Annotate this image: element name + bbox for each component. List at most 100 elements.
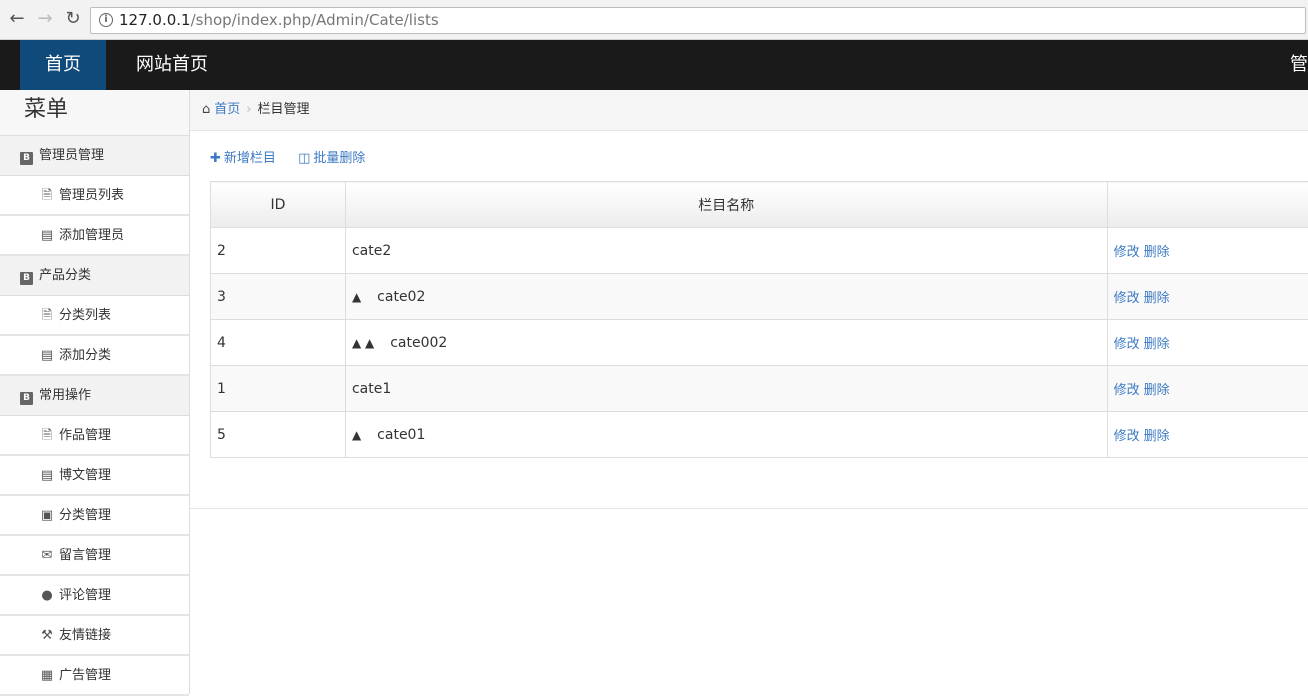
indent-triangle-icon: ▲ xyxy=(352,290,361,304)
list-icon: ▤ xyxy=(40,456,54,496)
category-table: ID 栏目名称 2 cate2 修改删除 3 ▲cate02 修改删除 4 ▲ … xyxy=(210,181,1308,458)
sidebar-group-category[interactable]: B产品分类 xyxy=(0,256,189,296)
forward-arrow-icon[interactable]: → xyxy=(34,8,56,30)
reload-icon[interactable]: ↻ xyxy=(62,8,84,30)
address-bar[interactable]: i 127.0.0.1/shop/index.php/Admin/Cate/li… xyxy=(90,7,1306,34)
breadcrumb-separator-icon: › xyxy=(246,102,251,117)
info-icon[interactable]: i xyxy=(99,13,113,27)
sidebar-group-label: 产品分类 xyxy=(39,268,91,283)
cell-id: 4 xyxy=(211,320,346,366)
edit-link[interactable]: 修改 xyxy=(1114,337,1140,352)
batch-delete-button[interactable]: ◫批量删除 xyxy=(298,146,365,172)
sidebar-group-common[interactable]: B 常用操作 xyxy=(0,376,189,416)
cell-id: 5 xyxy=(211,412,346,458)
sidebar-item-add-category[interactable]: ▤添加分类 xyxy=(0,336,189,376)
content-divider xyxy=(190,508,1308,509)
list-icon: ▤ xyxy=(40,336,54,376)
add-category-button[interactable]: ✚新增栏目 xyxy=(210,146,276,172)
breadcrumb-home-link[interactable]: 首页 xyxy=(214,102,240,117)
sidebar: 菜单 B管理员管理 🗎管理员列表 ▤添加管理员 B产品分类 🗎分类列表 ▤添加分… xyxy=(0,90,190,694)
delete-link[interactable]: 删除 xyxy=(1144,383,1170,398)
trash-icon: ◫ xyxy=(298,151,310,166)
cell-operations: 修改删除 xyxy=(1107,412,1308,458)
table-row: 4 ▲ ▲cate002 修改删除 xyxy=(211,320,1308,366)
column-header-operations xyxy=(1107,182,1308,228)
sidebar-group-admin[interactable]: B 管理员管理 xyxy=(0,136,189,176)
url-host: 127.0.0.1 xyxy=(119,11,191,29)
cell-name: ▲ ▲cate002 xyxy=(345,320,1107,366)
cell-operations: 修改删除 xyxy=(1107,366,1308,412)
list-icon: ▤ xyxy=(40,216,54,256)
delete-link[interactable]: 删除 xyxy=(1144,245,1170,260)
cell-id: 3 xyxy=(211,274,346,320)
books-icon: ▣ xyxy=(40,496,54,536)
sidebar-item-label: 分类管理 xyxy=(59,508,111,523)
cell-id: 1 xyxy=(211,366,346,412)
action-toolbar: ✚新增栏目 ◫批量删除 xyxy=(210,146,383,172)
cell-name-text: cate1 xyxy=(352,381,391,397)
sidebar-item-label: 友情链接 xyxy=(59,628,111,643)
file-icon: 🗎 xyxy=(40,296,54,336)
sidebar-item-label: 添加管理员 xyxy=(59,228,124,243)
sidebar-item-label: 分类列表 xyxy=(59,308,111,323)
table-row: 1 cate1 修改删除 xyxy=(211,366,1308,412)
envelope-icon: ✉ xyxy=(40,536,54,576)
cell-name-text: cate01 xyxy=(377,427,425,443)
picture-icon: ▦ xyxy=(40,656,54,696)
indent-triangle-icon: ▲ xyxy=(352,428,361,442)
indent-triangle-icon: ▲ ▲ xyxy=(352,336,374,350)
cell-name: ▲ cate01 xyxy=(345,412,1107,458)
sidebar-item-links[interactable]: ⚒ 友情链接 xyxy=(0,616,189,656)
cell-name-text: cate02 xyxy=(377,289,425,305)
sidebar-title: 菜单 xyxy=(0,90,189,136)
nav-home[interactable]: 首页 xyxy=(20,40,106,90)
cell-name: ▲ cate02 xyxy=(345,274,1107,320)
edit-link[interactable]: 修改 xyxy=(1114,291,1140,306)
group-bookmark-icon: B xyxy=(20,392,33,405)
sidebar-item-category-list[interactable]: 🗎 分类列表 xyxy=(0,296,189,336)
sidebar-item-label: 广告管理 xyxy=(59,668,111,683)
table-row: 2 cate2 修改删除 xyxy=(211,228,1308,274)
edit-link[interactable]: 修改 xyxy=(1114,429,1140,444)
browser-toolbar: ← → ↻ i 127.0.0.1/shop/index.php/Admin/C… xyxy=(0,0,1308,40)
sidebar-item-works[interactable]: 🗎 作品管理 xyxy=(0,416,189,456)
sidebar-item-label: 博文管理 xyxy=(59,468,111,483)
wrench-icon: ⚒ xyxy=(40,616,54,656)
sidebar-item-label: 评论管理 xyxy=(59,588,111,603)
file-icon: 🗎 xyxy=(40,176,54,216)
group-bookmark-icon: B xyxy=(20,152,33,165)
cell-operations: 修改删除 xyxy=(1107,228,1308,274)
cell-operations: 修改删除 xyxy=(1107,274,1308,320)
nav-admin-menu[interactable]: 管 xyxy=(1290,40,1308,90)
sidebar-group-label: 管理员管理 xyxy=(39,148,104,163)
cell-operations: 修改删除 xyxy=(1107,320,1308,366)
sidebar-item-blog[interactable]: ▤ 博文管理 xyxy=(0,456,189,496)
sidebar-item-label: 管理员列表 xyxy=(59,188,124,203)
top-navbar: 首页 网站首页 管 xyxy=(0,40,1308,90)
column-header-id: ID xyxy=(211,182,346,228)
edit-link[interactable]: 修改 xyxy=(1114,245,1140,260)
edit-link[interactable]: 修改 xyxy=(1114,383,1140,398)
breadcrumb-current: 栏目管理 xyxy=(257,102,309,117)
sidebar-item-messages[interactable]: ✉留言管理 xyxy=(0,536,189,576)
delete-link[interactable]: 删除 xyxy=(1144,429,1170,444)
home-icon: ⌂ xyxy=(202,102,210,117)
table-header-row: ID 栏目名称 xyxy=(211,182,1308,228)
sidebar-item-ads[interactable]: ▦ 广告管理 xyxy=(0,656,189,696)
nav-site-home[interactable]: 网站首页 xyxy=(136,40,208,90)
back-arrow-icon[interactable]: ← xyxy=(6,8,28,30)
sidebar-item-category-manage[interactable]: ▣ 分类管理 xyxy=(0,496,189,536)
column-header-name: 栏目名称 xyxy=(345,182,1107,228)
sidebar-item-comments[interactable]: ● 评论管理 xyxy=(0,576,189,616)
comment-icon: ● xyxy=(40,576,54,616)
sidebar-item-admin-list[interactable]: 🗎 管理员列表 xyxy=(0,176,189,216)
sidebar-group-label: 常用操作 xyxy=(39,388,91,403)
sidebar-item-add-admin[interactable]: ▤ 添加管理员 xyxy=(0,216,189,256)
batch-delete-label: 批量删除 xyxy=(313,151,365,166)
cell-name: cate1 xyxy=(345,366,1107,412)
plus-icon: ✚ xyxy=(210,151,221,166)
delete-link[interactable]: 删除 xyxy=(1144,291,1170,306)
sidebar-item-label: 作品管理 xyxy=(59,428,111,443)
delete-link[interactable]: 删除 xyxy=(1144,337,1170,352)
file-icon: 🗎 xyxy=(40,416,54,456)
